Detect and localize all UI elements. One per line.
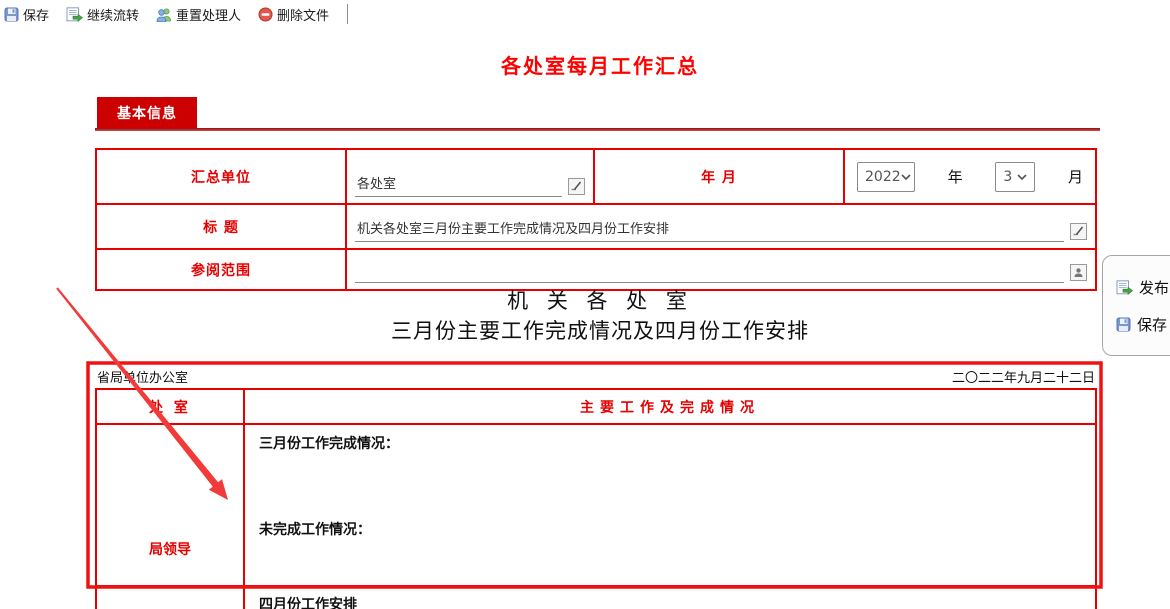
work-summary-table: 处 室 主要工作及完成情况 局领导 三月份工作完成情况： 未完成工作情况： 四月…	[95, 388, 1097, 609]
publish-button[interactable]: 发布	[1116, 277, 1170, 298]
document-forward-icon	[1116, 279, 1133, 295]
office-cell	[97, 587, 245, 609]
reference-scope-input[interactable]	[355, 263, 1064, 283]
table-header-row: 处 室 主要工作及完成情况	[97, 390, 1095, 423]
continue-flow-button[interactable]: 继续流转	[66, 5, 139, 24]
continue-flow-label: 继续流转	[87, 8, 140, 24]
basic-info-form: 汇总单位 各处室 年 月 2022 年 3 月 标 题 机关各处室三月份主要工作…	[95, 148, 1097, 291]
save-button-label: 保存	[23, 8, 50, 24]
document-unit: 省局单位办公室	[97, 371, 189, 386]
toolbar: 保存 继续流转 重置处理人 删除文件	[0, 0, 1170, 28]
publish-button-label: 发布	[1139, 278, 1170, 297]
panel-save-button-label: 保存	[1137, 315, 1168, 334]
workflow-form-page: 保存 继续流转 重置处理人 删除文件 各处室每月工作汇总 基本信息 汇总单位 各…	[0, 0, 1170, 609]
month-suffix-label: 月	[1067, 168, 1083, 186]
table-row: 局领导 三月份工作完成情况： 未完成工作情况：	[97, 423, 1095, 585]
title-cell: 机关各处室三月份主要工作完成情况及四月份工作安排	[345, 203, 1095, 248]
toolbar-separator	[347, 4, 349, 24]
office-cell: 局领导	[97, 425, 245, 585]
chevron-down-icon	[1017, 173, 1027, 180]
tab-underline	[95, 128, 1100, 131]
tab-basic-info[interactable]: 基本信息	[97, 97, 197, 128]
year-select[interactable]: 2022	[857, 161, 915, 192]
reference-scope-cell	[345, 248, 1095, 289]
edit-field-icon[interactable]	[568, 178, 585, 195]
users-icon	[156, 7, 172, 22]
summary-unit-input[interactable]: 各处室	[355, 173, 562, 197]
title-label: 标 题	[97, 203, 345, 248]
work-content-cell[interactable]: 四月份工作安排	[245, 587, 1095, 609]
panel-save-button[interactable]: 保存	[1116, 314, 1170, 335]
table-row: 四月份工作安排	[97, 585, 1095, 609]
work-section-next-month: 四月份工作安排	[259, 597, 357, 609]
work-content-cell[interactable]: 三月份工作完成情况： 未完成工作情况：	[245, 425, 1095, 585]
reset-handler-button[interactable]: 重置处理人	[156, 5, 241, 24]
year-suffix-label: 年	[947, 168, 963, 186]
document-heading-line2: 三月份主要工作完成情况及四月份工作安排	[391, 319, 809, 343]
summary-unit-label: 汇总单位	[191, 169, 251, 186]
document-caption: 省局单位办公室 二〇二二年九月二十二日	[97, 367, 1095, 386]
year-month-label: 年 月	[593, 150, 843, 203]
work-section-completed: 三月份工作完成情况：	[259, 436, 399, 452]
year-month-cell: 2022 年 3 月	[843, 150, 1095, 203]
work-section-uncompleted: 未完成工作情况：	[259, 522, 371, 538]
office-column-header: 处 室	[97, 390, 245, 423]
action-side-panel: 发布 保存	[1102, 255, 1170, 356]
floppy-disk-icon	[4, 7, 19, 22]
summary-unit-cell: 各处室	[345, 150, 593, 203]
page-title: 各处室每月工作汇总	[501, 54, 699, 78]
select-person-icon[interactable]	[1070, 264, 1087, 281]
work-column-header: 主要工作及完成情况	[580, 399, 760, 416]
delete-file-button[interactable]: 删除文件	[258, 5, 329, 24]
document-heading-line1: 机 关 各 处 室	[507, 289, 693, 313]
month-select-value: 3	[1003, 168, 1013, 185]
month-select[interactable]: 3	[995, 161, 1036, 192]
reset-handler-label: 重置处理人	[176, 8, 242, 24]
floppy-disk-icon	[1116, 317, 1131, 332]
tab-basic-info-label: 基本信息	[117, 105, 177, 122]
title-input[interactable]: 机关各处室三月份主要工作完成情况及四月份工作安排	[355, 218, 1064, 242]
reference-scope-label: 参阅范围	[97, 248, 345, 289]
save-button[interactable]: 保存	[4, 5, 49, 24]
document-forward-icon	[66, 6, 84, 22]
year-select-value: 2022	[865, 168, 901, 185]
minus-circle-icon	[258, 7, 273, 22]
delete-file-label: 删除文件	[277, 8, 330, 24]
chevron-down-icon	[901, 173, 911, 180]
document-date: 二〇二二年九月二十二日	[951, 371, 1095, 386]
edit-field-icon[interactable]	[1070, 223, 1087, 240]
